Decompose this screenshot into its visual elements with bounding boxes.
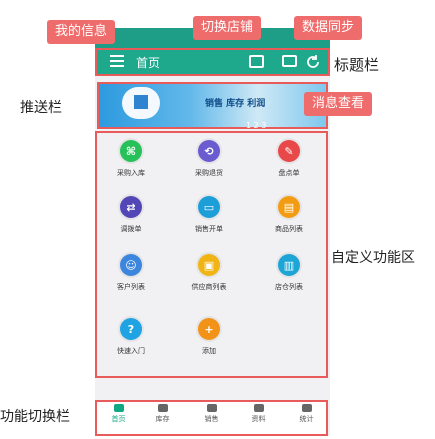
app-icon: ▣ [198,254,220,276]
tab-label: 首页 [111,415,126,423]
chart-icon [134,95,148,109]
tab-3[interactable]: 资料 [241,404,276,424]
app-label: 商品列表 [275,225,303,233]
message-icon[interactable] [282,55,297,67]
app-3[interactable]: ⇄ 调拨单 [97,196,165,234]
tab-icon [206,404,217,412]
app-icon: ▥ [278,254,300,276]
page-title: 首页 [136,56,161,70]
app-1[interactable]: ⟲ 采购退货 [175,140,243,178]
app-icon: ▭ [198,196,220,218]
app-label: 销售开单 [195,225,223,233]
tab-label: 销售 [204,415,219,423]
app-label: 采购退货 [195,169,223,177]
app-4[interactable]: ▭ 销售开单 [175,196,243,234]
app-icon: + [198,318,220,340]
sync-icon[interactable] [305,54,321,70]
banner-pager[interactable]: 1 2 3 [246,121,266,130]
app-9[interactable]: ? 快速入门 [97,318,165,356]
tab-icon [113,404,124,412]
app-2[interactable]: ✎ 盘点单 [255,140,323,178]
tab-label: 统计 [299,415,314,423]
tab-2[interactable]: 销售 [194,404,229,424]
callout-data-sync: 数据同步 [294,16,363,40]
tab-icon [157,404,168,412]
app-10[interactable]: + 添加 [175,318,243,356]
app-icon: ✎ [278,140,300,162]
app-label: 盘点单 [278,169,300,177]
menu-icon[interactable] [110,55,124,67]
app-label: 快速入门 [117,347,145,355]
app-8[interactable]: ▥ 店仓列表 [255,254,323,292]
tab-icon [253,404,264,412]
tab-label: 资料 [251,415,266,423]
callout-message-view: 消息查看 [304,92,373,116]
app-label: 添加 [202,347,216,355]
tab-icon [301,404,312,412]
tab-1[interactable]: 库存 [145,404,180,424]
tab-label: 库存 [155,415,170,423]
app-icon: ☺ [120,254,142,276]
app-7[interactable]: ▣ 供应商列表 [175,254,243,292]
app-icon: ▤ [278,196,300,218]
tab-switch-label: 功能切换栏 [0,409,70,425]
push-bar-label: 推送栏 [20,100,62,116]
banner-text: 销售 库存 利润 [205,99,266,109]
custom-area-label: 自定义功能区 [331,250,415,266]
app-icon: ? [120,318,142,340]
app-label: 客户列表 [117,283,145,291]
app-label: 采购入库 [117,169,145,177]
title-bar-label: 标题栏 [334,56,380,74]
store-switch-icon[interactable] [249,55,264,68]
app-label: 供应商列表 [191,283,227,291]
tab-0[interactable]: 首页 [101,404,136,424]
app-6[interactable]: ☺ 客户列表 [97,254,165,292]
app-icon: ⇄ [120,196,142,218]
app-icon: ⟲ [198,140,220,162]
callout-switch-store: 切换店铺 [193,16,262,40]
app-0[interactable]: ⌘ 采购入库 [97,140,165,178]
app-5[interactable]: ▤ 商品列表 [255,196,323,234]
callout-my-info: 我的信息 [47,20,116,44]
tab-4[interactable]: 统计 [289,404,324,424]
app-label: 调拨单 [120,225,142,233]
app-icon: ⌘ [120,140,142,162]
app-label: 店仓列表 [275,283,303,291]
